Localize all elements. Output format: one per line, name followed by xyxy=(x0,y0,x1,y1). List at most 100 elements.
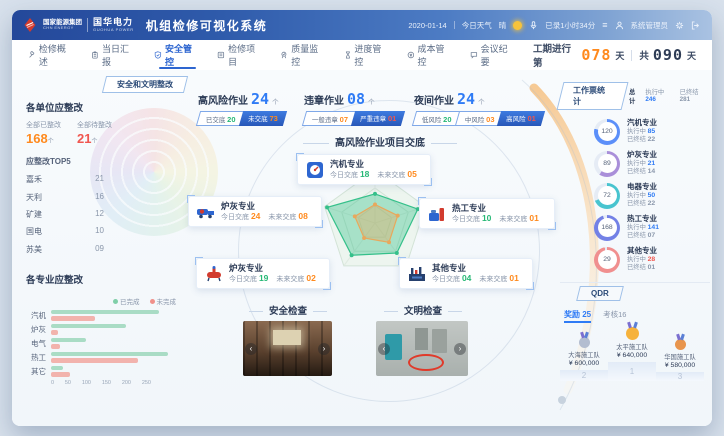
menu-icon[interactable] xyxy=(602,20,607,30)
exec-value: 50 xyxy=(648,192,656,199)
award-count: 25 xyxy=(582,310,591,319)
period-total-days: 090 xyxy=(653,46,683,64)
done-value: 14 xyxy=(648,168,656,175)
today-value: 10 xyxy=(482,213,491,223)
tab-maintenance-projects[interactable]: 检修项目 xyxy=(217,40,263,70)
tab-daily-report[interactable]: 当日汇报 xyxy=(91,40,137,70)
legend-undone-label: 未完成 xyxy=(157,299,177,306)
all-todo-stat: 全部待整改 21个 xyxy=(77,120,112,146)
badge-label: QDR xyxy=(591,289,609,298)
badge-label: 已交底 xyxy=(206,117,226,124)
today-label: 今日交底 xyxy=(432,276,460,283)
podium-step: 1 xyxy=(608,362,656,381)
badge-value: 07 xyxy=(340,115,348,124)
exec-label: 执行中 xyxy=(645,89,664,96)
top5-row: 苏美09 xyxy=(24,241,104,258)
card-furnace-ash-2: 炉灰专业 今日交底 19未来交底 02 xyxy=(196,258,330,289)
podium-rank-1: 太平施工队 ¥ 640,000 1 xyxy=(608,327,656,381)
ring-name: 其他专业 xyxy=(627,246,657,255)
medal-icon xyxy=(626,327,639,340)
badge-value: 01 xyxy=(388,114,396,123)
carousel-prev-button[interactable]: ‹ xyxy=(245,343,257,355)
civility-check-photo[interactable]: ‹ › xyxy=(376,321,468,376)
tab-label: 安全管控 xyxy=(165,42,200,68)
badge-value: 73 xyxy=(269,114,277,123)
safety-check-photo[interactable]: ‹ › xyxy=(243,321,332,376)
card-title: 炉灰专业 xyxy=(221,201,308,211)
tab-overview[interactable]: 检修概述 xyxy=(28,40,74,70)
badge-label: 高风险 xyxy=(507,116,527,123)
bar-legend: 已完成 未完成 xyxy=(24,296,176,306)
project-period: 工期进行第 078 天 共 090 天 xyxy=(533,41,696,69)
period-unit: 天 xyxy=(615,49,624,62)
exec-value: 141 xyxy=(648,224,659,231)
chat-icon xyxy=(470,51,478,59)
radar-section-title: 高风险作业项目交底 xyxy=(280,134,480,149)
card-title: 其他专业 xyxy=(432,263,519,273)
stat-badge: 高风险 01 xyxy=(497,111,545,126)
bar-row: 其它 xyxy=(24,366,182,377)
ring-total: 89 xyxy=(598,154,617,173)
qdr-tab-award[interactable]: 奖励 25 xyxy=(564,309,591,323)
safety-civility-rectification-badge: 安全和文明整改 xyxy=(102,76,188,93)
tab-label: 成本管控 xyxy=(417,42,452,68)
card-title: 汽机专业 xyxy=(330,159,417,169)
future-label: 未来交底 xyxy=(499,216,527,223)
exec-label: 执行中 xyxy=(627,224,646,231)
carousel-prev-button[interactable]: ‹ xyxy=(378,343,390,355)
x-tick: 0 xyxy=(51,380,54,386)
tab-cost-control[interactable]: 成本管控 xyxy=(407,40,453,70)
today-value: 18 xyxy=(360,169,369,179)
exec-value: 21 xyxy=(648,160,656,167)
bar-undone xyxy=(51,358,138,363)
profession-rectify-title: 各专业应整改 xyxy=(26,272,182,286)
dashboard-content: 安全和文明整改 各单位应整改 全部已整改 168个 全部待整改 21个 应整改T… xyxy=(12,70,712,426)
carousel-next-button[interactable]: › xyxy=(318,343,330,355)
microphone-icon[interactable] xyxy=(529,21,538,30)
all-done-unit: 个 xyxy=(48,139,54,145)
stat-unit: 个 xyxy=(368,96,375,106)
carousel-next-button[interactable]: › xyxy=(454,343,466,355)
stat-title: 夜间作业 xyxy=(414,92,454,107)
brand-group-sub: CHN ENERGY xyxy=(43,26,82,30)
x-tick: 50 xyxy=(65,380,71,386)
x-tick: 100 xyxy=(82,380,91,386)
all-done-value: 168 xyxy=(26,131,48,146)
brand-company-sub: GUOHUA POWER xyxy=(93,28,134,32)
user-name[interactable]: 系统管理员 xyxy=(631,20,669,31)
award-label: 奖励 xyxy=(564,310,580,319)
x-tick: 250 xyxy=(142,380,151,386)
done-value: 22 xyxy=(648,200,656,207)
total-label: 总计 xyxy=(629,87,641,105)
bar-done xyxy=(51,352,168,357)
ring-total: 72 xyxy=(598,186,617,205)
logout-icon[interactable] xyxy=(691,21,700,30)
settings-gear-icon[interactable] xyxy=(675,21,684,30)
future-value: 01 xyxy=(509,273,518,283)
tab-quality-monitor[interactable]: 质量监控 xyxy=(280,40,326,70)
all-done-stat: 全部已整改 168个 xyxy=(26,120,61,146)
stat-count: 08 xyxy=(347,90,365,108)
bar-category: 热工 xyxy=(24,352,46,363)
unit-value: 16 xyxy=(95,192,104,203)
bar-row: 炉灰 xyxy=(24,324,182,335)
card-title: 热工专业 xyxy=(452,203,539,213)
done-value: 01 xyxy=(648,264,656,271)
bar-row: 汽机 xyxy=(24,310,182,321)
ring-name: 热工专业 xyxy=(627,214,659,223)
tab-progress-control[interactable]: 进度管控 xyxy=(344,40,390,70)
stat-count: 24 xyxy=(251,90,269,108)
today-value: 04 xyxy=(462,273,471,283)
exec-value: 85 xyxy=(648,128,656,135)
ring-row: 29 其他专业 执行中 28 已终结 01 xyxy=(594,246,710,273)
qdr-tab-assessment[interactable]: 考核16 xyxy=(603,309,626,320)
tab-bar: 检修概述 当日汇报 安全管控 检修项目 质量监控 进度管控 成本管控 会议纪要 … xyxy=(12,40,712,71)
ring-total: 120 xyxy=(598,122,617,141)
card-steam-turbine: 汽机专业 今日交底 18未来交底 05 xyxy=(297,154,431,185)
legend-done-label: 已完成 xyxy=(120,299,140,306)
tab-safety-control[interactable]: 安全管控 xyxy=(154,40,200,70)
tab-meeting-minutes[interactable]: 会议纪要 xyxy=(470,40,516,70)
qdr-badge: QDR xyxy=(576,286,624,301)
exec-label: 执行中 xyxy=(627,160,646,167)
done-legend-dot xyxy=(113,299,118,304)
